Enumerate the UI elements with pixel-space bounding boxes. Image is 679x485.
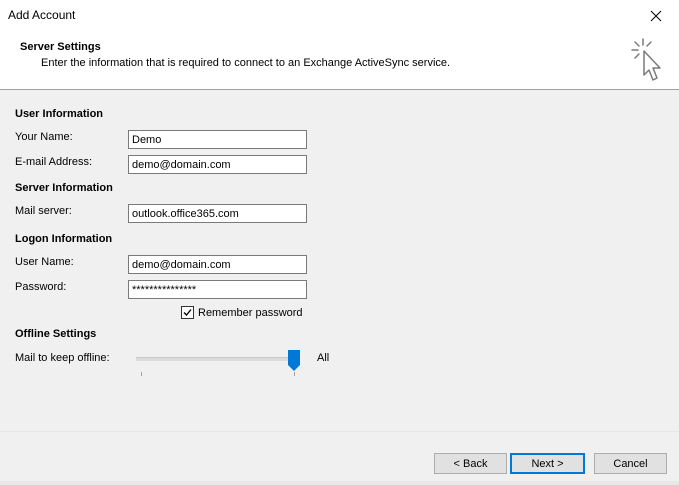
your-name-input[interactable] xyxy=(128,130,307,149)
remember-password-checkbox[interactable]: Remember password xyxy=(181,306,303,319)
offline-slider-track[interactable] xyxy=(136,357,296,361)
cursor-click-icon xyxy=(631,38,661,81)
offline-slider-thumb[interactable] xyxy=(288,350,300,371)
remember-password-label: Remember password xyxy=(198,306,303,319)
next-button[interactable]: Next > xyxy=(510,453,585,474)
your-name-label: Your Name: xyxy=(15,131,73,143)
email-address-label: E-mail Address: xyxy=(15,156,93,168)
remember-password-box[interactable] xyxy=(181,306,194,319)
back-button[interactable]: < Back xyxy=(434,453,507,474)
close-icon xyxy=(650,10,662,21)
taskbar-edge xyxy=(0,481,679,485)
header-title: Server Settings xyxy=(20,41,101,53)
user-name-input[interactable] xyxy=(128,255,307,274)
window-title: Add Account xyxy=(8,8,76,22)
mail-server-input[interactable] xyxy=(128,204,307,223)
user-name-label: User Name: xyxy=(15,256,74,268)
slider-tick-start xyxy=(141,372,142,376)
slider-value-label: All xyxy=(317,352,330,364)
password-label: Password: xyxy=(15,281,67,293)
offline-settings-heading: Offline Settings xyxy=(15,328,97,340)
slider-tick-end xyxy=(294,372,295,376)
wizard-header: Server Settings Enter the information th… xyxy=(0,31,679,89)
user-information-heading: User Information xyxy=(15,108,104,120)
header-subtitle: Enter the information that is required t… xyxy=(41,57,451,69)
logon-information-heading: Logon Information xyxy=(15,233,113,245)
title-bar: Add Account xyxy=(0,0,679,31)
server-information-heading: Server Information xyxy=(15,182,113,194)
button-area-divider xyxy=(0,431,679,432)
mail-server-label: Mail server: xyxy=(15,205,72,217)
email-address-input[interactable] xyxy=(128,155,307,174)
mail-to-keep-offline-label: Mail to keep offline: xyxy=(15,352,110,364)
cancel-button[interactable]: Cancel xyxy=(594,453,667,474)
password-input[interactable] xyxy=(128,280,307,299)
checkmark-icon xyxy=(183,309,192,316)
settings-panel: User Information Your Name: E-mail Addre… xyxy=(0,90,679,485)
close-button[interactable] xyxy=(633,0,679,31)
